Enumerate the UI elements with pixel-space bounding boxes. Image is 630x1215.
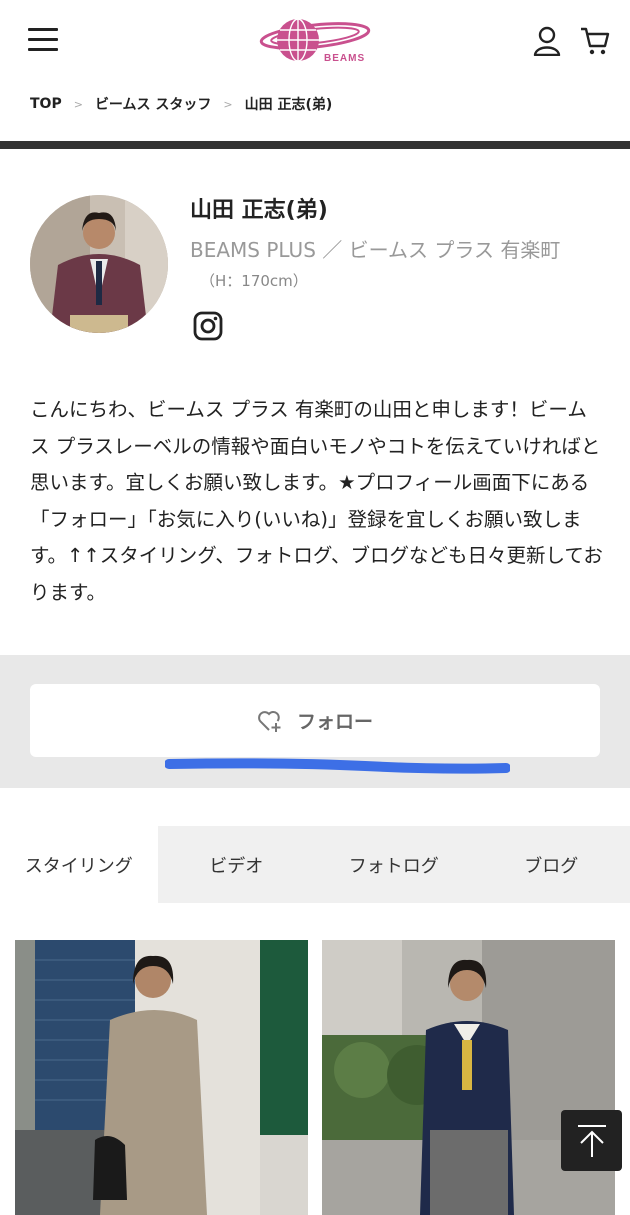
tab-styling[interactable]: スタイリング [0,826,158,903]
scroll-to-top-button[interactable] [561,1110,622,1171]
avatar [30,195,168,333]
staff-bio: こんにちわ、ビームス プラス 有楽町の山田と申します！ビームス プラスレーベルの… [30,398,603,604]
heart-plus-icon [258,710,281,732]
tab-blog[interactable]: ブログ [473,826,630,903]
breadcrumb-top[interactable]: TOP [30,96,62,112]
follow-label: フォロー [296,711,373,733]
instagram-icon[interactable] [193,311,223,341]
breadcrumb: TOP > ビームス スタッフ > 山田 正志(弟) [30,94,332,114]
highlight-stroke [165,758,510,774]
breadcrumb-current: 山田 正志(弟) [244,97,333,113]
hamburger-menu-icon[interactable] [28,28,58,52]
section-divider [0,141,630,149]
cart-icon[interactable] [580,26,610,56]
arrow-up-icon [577,1124,606,1157]
user-icon[interactable] [533,26,561,56]
styling-photo[interactable] [15,940,308,1215]
staff-name: 山田 正志(弟) [190,198,328,223]
tab-video[interactable]: ビデオ [158,826,316,903]
shop-name[interactable]: BEAMS PLUS ／ ビームス プラス 有楽町 [190,234,560,263]
styling-photo[interactable] [322,940,615,1215]
tab-photolog[interactable]: フォトログ [315,826,473,903]
content-tabs: スタイリング ビデオ フォトログ ブログ [0,826,630,903]
follow-section: フォロー [0,655,630,788]
breadcrumb-staff[interactable]: ビームス スタッフ [95,94,211,114]
site-header: BEAMS [0,0,630,80]
breadcrumb-separator: > [73,97,83,111]
breadcrumb-separator: > [223,97,233,111]
follow-button[interactable]: フォロー [30,684,600,757]
logo-wordmark: BEAMS [324,53,366,64]
staff-height: （H：170cm） [200,272,308,290]
